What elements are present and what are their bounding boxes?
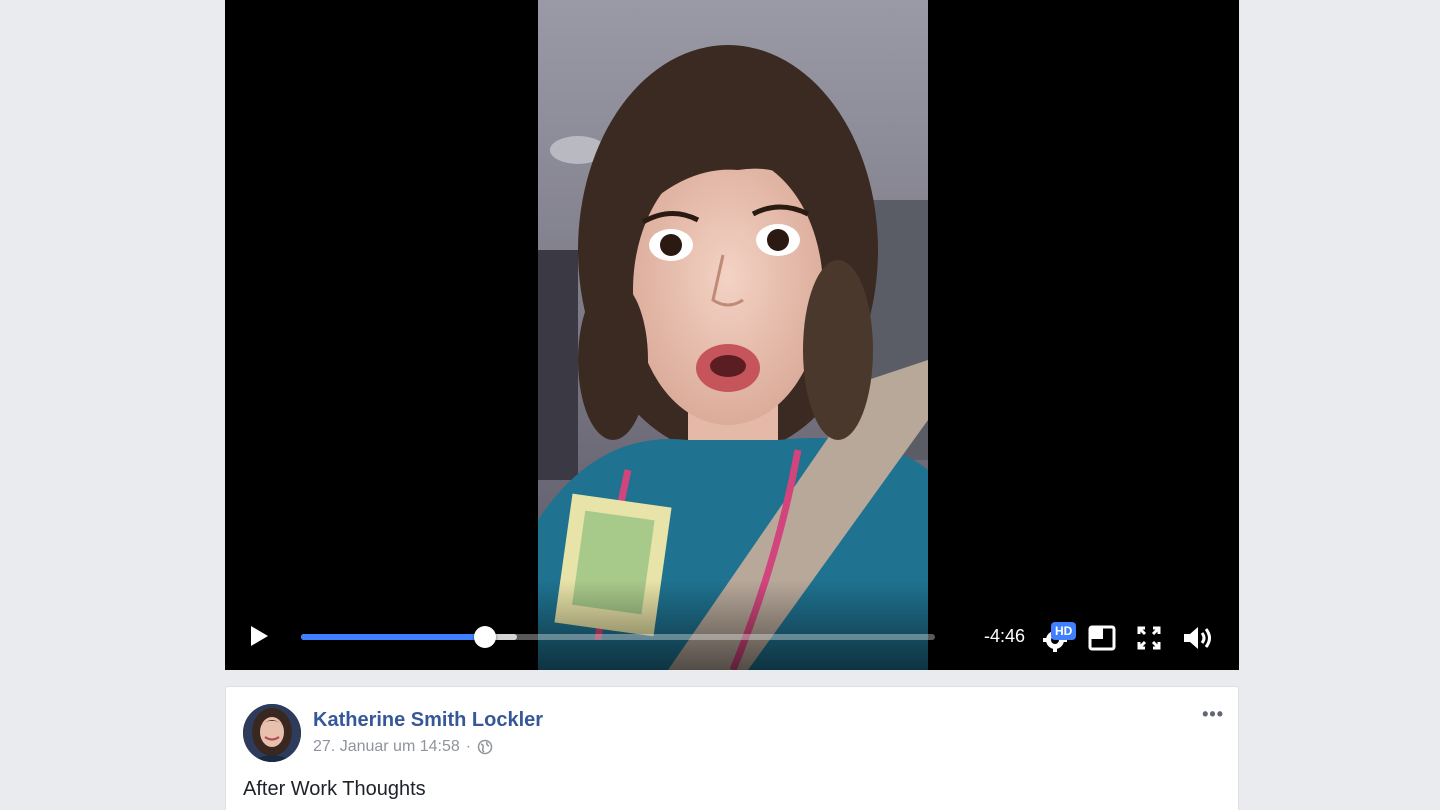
progress-bar[interactable] xyxy=(301,626,935,648)
post-meta: 27. Januar um 14:58 · xyxy=(313,738,493,756)
video-player[interactable]: -4:46 HD xyxy=(225,0,1239,670)
progress-played xyxy=(301,634,485,640)
play-icon[interactable] xyxy=(247,624,271,648)
page: -4:46 HD Katherine Smith Lockler 27. Jan… xyxy=(0,0,1440,810)
progress-handle[interactable] xyxy=(473,626,496,648)
more-options-button[interactable]: ••• xyxy=(1202,705,1224,723)
post-timestamp[interactable]: 27. Januar um 14:58 xyxy=(313,738,460,756)
volume-icon[interactable] xyxy=(1180,623,1216,653)
author-name-link[interactable]: Katherine Smith Lockler xyxy=(313,709,543,732)
fullscreen-icon[interactable] xyxy=(1134,623,1164,653)
post-text: After Work Thoughts xyxy=(243,778,426,800)
video-controls: -4:46 HD xyxy=(225,602,1239,670)
picture-in-picture-icon[interactable] xyxy=(1087,623,1117,653)
meta-separator: · xyxy=(465,738,472,755)
time-remaining: -4:46 xyxy=(983,626,1025,646)
video-frame[interactable] xyxy=(538,0,928,670)
globe-icon[interactable] xyxy=(477,739,493,755)
hd-badge: HD xyxy=(1051,622,1077,640)
avatar[interactable] xyxy=(243,704,301,762)
post-card: Katherine Smith Lockler 27. Januar um 14… xyxy=(225,686,1239,810)
video-still-image xyxy=(538,0,928,670)
